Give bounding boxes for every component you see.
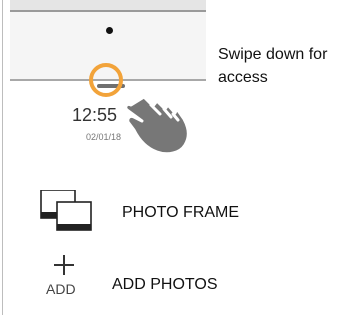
photo-frame-label: PHOTO FRAME bbox=[122, 204, 240, 221]
photo-frame-icon bbox=[40, 190, 92, 231]
swipe-hint-label: Swipe down for access bbox=[218, 46, 328, 86]
add-icon-caption: ADD bbox=[46, 281, 76, 297]
add-photos-row[interactable]: ADD ADD PHOTOS bbox=[0, 255, 347, 303]
swipe-target-ring bbox=[89, 63, 123, 97]
clock-time: 12:55 bbox=[72, 105, 118, 125]
hand-pointer-icon bbox=[124, 83, 190, 156]
plus-icon bbox=[54, 255, 74, 275]
device-panel: 12:55 02/01/18 bbox=[10, 0, 206, 176]
device-top-band bbox=[10, 0, 206, 10]
add-photos-icon: ADD bbox=[39, 255, 97, 303]
swipe-down-instruction-screen: 12:55 02/01/18 Swipe down for access PHO… bbox=[0, 0, 347, 315]
clock-date: 02/01/18 bbox=[86, 132, 122, 142]
camera-dot bbox=[106, 27, 113, 34]
photo-frame-row[interactable]: PHOTO FRAME bbox=[0, 190, 347, 238]
add-photos-label: ADD PHOTOS bbox=[112, 276, 218, 293]
